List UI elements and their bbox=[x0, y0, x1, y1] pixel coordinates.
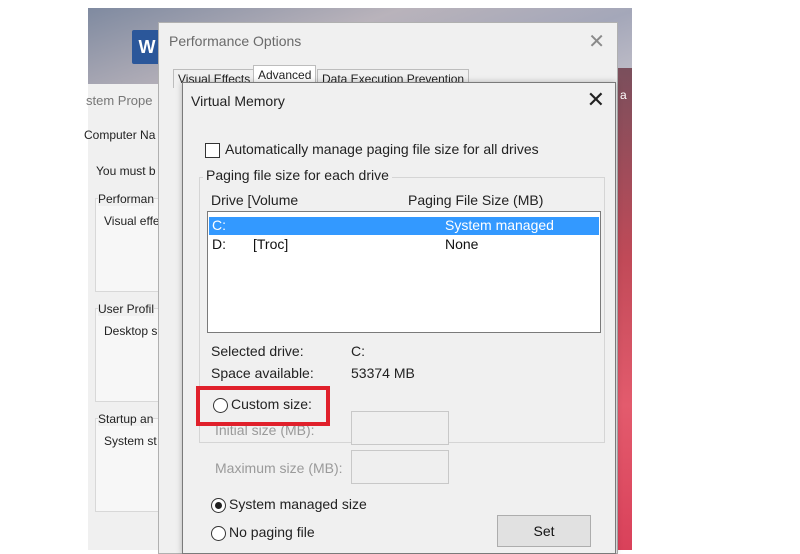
selected-drive-value: C: bbox=[351, 343, 365, 359]
initial-size-field[interactable] bbox=[351, 411, 449, 445]
drive-paging-size: System managed bbox=[445, 217, 554, 233]
system-managed-label[interactable]: System managed size bbox=[229, 496, 367, 512]
column-paging-size: Paging File Size (MB) bbox=[408, 192, 544, 208]
space-available-label: Space available: bbox=[211, 365, 314, 381]
sysprop-title: stem Prope bbox=[86, 93, 153, 108]
drive-paging-size: None bbox=[445, 236, 479, 252]
auto-manage-label[interactable]: Automatically manage paging file size fo… bbox=[225, 141, 539, 157]
space-available-value: 53374 MB bbox=[351, 365, 415, 381]
drive-volume: [Troc] bbox=[253, 236, 289, 252]
drive-row[interactable]: C: System managed bbox=[209, 217, 599, 235]
paging-group-title: Paging file size for each drive bbox=[203, 167, 392, 183]
sysprop-group1-title: Performan bbox=[98, 192, 155, 206]
sysprop-group3-title: Startup an bbox=[98, 412, 154, 426]
no-paging-radio[interactable] bbox=[211, 526, 226, 541]
custom-size-highlight-box bbox=[196, 386, 330, 426]
selected-drive-label: Selected drive: bbox=[211, 343, 304, 359]
drive-letter: D: bbox=[212, 236, 226, 252]
sysprop-tab[interactable]: Computer Na bbox=[84, 128, 155, 142]
sysprop-group1-text: Visual effe bbox=[104, 214, 160, 228]
close-icon[interactable]: ✕ bbox=[588, 29, 605, 54]
sysprop-text: You must b bbox=[96, 164, 156, 178]
virtual-memory-title: Virtual Memory bbox=[191, 93, 285, 109]
maximum-size-label: Maximum size (MB): bbox=[215, 460, 343, 476]
side-text: a bbox=[620, 88, 627, 102]
system-managed-radio[interactable] bbox=[211, 498, 226, 513]
close-icon[interactable]: ✕ bbox=[587, 87, 605, 113]
auto-manage-checkbox[interactable] bbox=[205, 143, 220, 158]
drive-list[interactable]: C: System managed D: [Troc] None bbox=[207, 211, 601, 333]
sysprop-group2-text: Desktop s bbox=[104, 324, 158, 338]
maximum-size-field[interactable] bbox=[351, 450, 449, 484]
system-properties-window: stem Prope Computer Na You must b Perfor… bbox=[84, 84, 177, 550]
drive-row[interactable]: D: [Troc] None bbox=[209, 236, 599, 254]
drive-letter: C: bbox=[212, 217, 226, 233]
sysprop-group3-text: System st bbox=[104, 434, 157, 448]
virtual-memory-dialog: Virtual Memory ✕ Automatically manage pa… bbox=[182, 82, 616, 554]
no-paging-label[interactable]: No paging file bbox=[229, 524, 315, 540]
sysprop-group2-title: User Profil bbox=[98, 302, 155, 316]
set-button[interactable]: Set bbox=[497, 515, 591, 547]
column-drive-volume: Drive [Volume bbox=[211, 192, 299, 208]
performance-options-title: Performance Options bbox=[169, 33, 302, 49]
